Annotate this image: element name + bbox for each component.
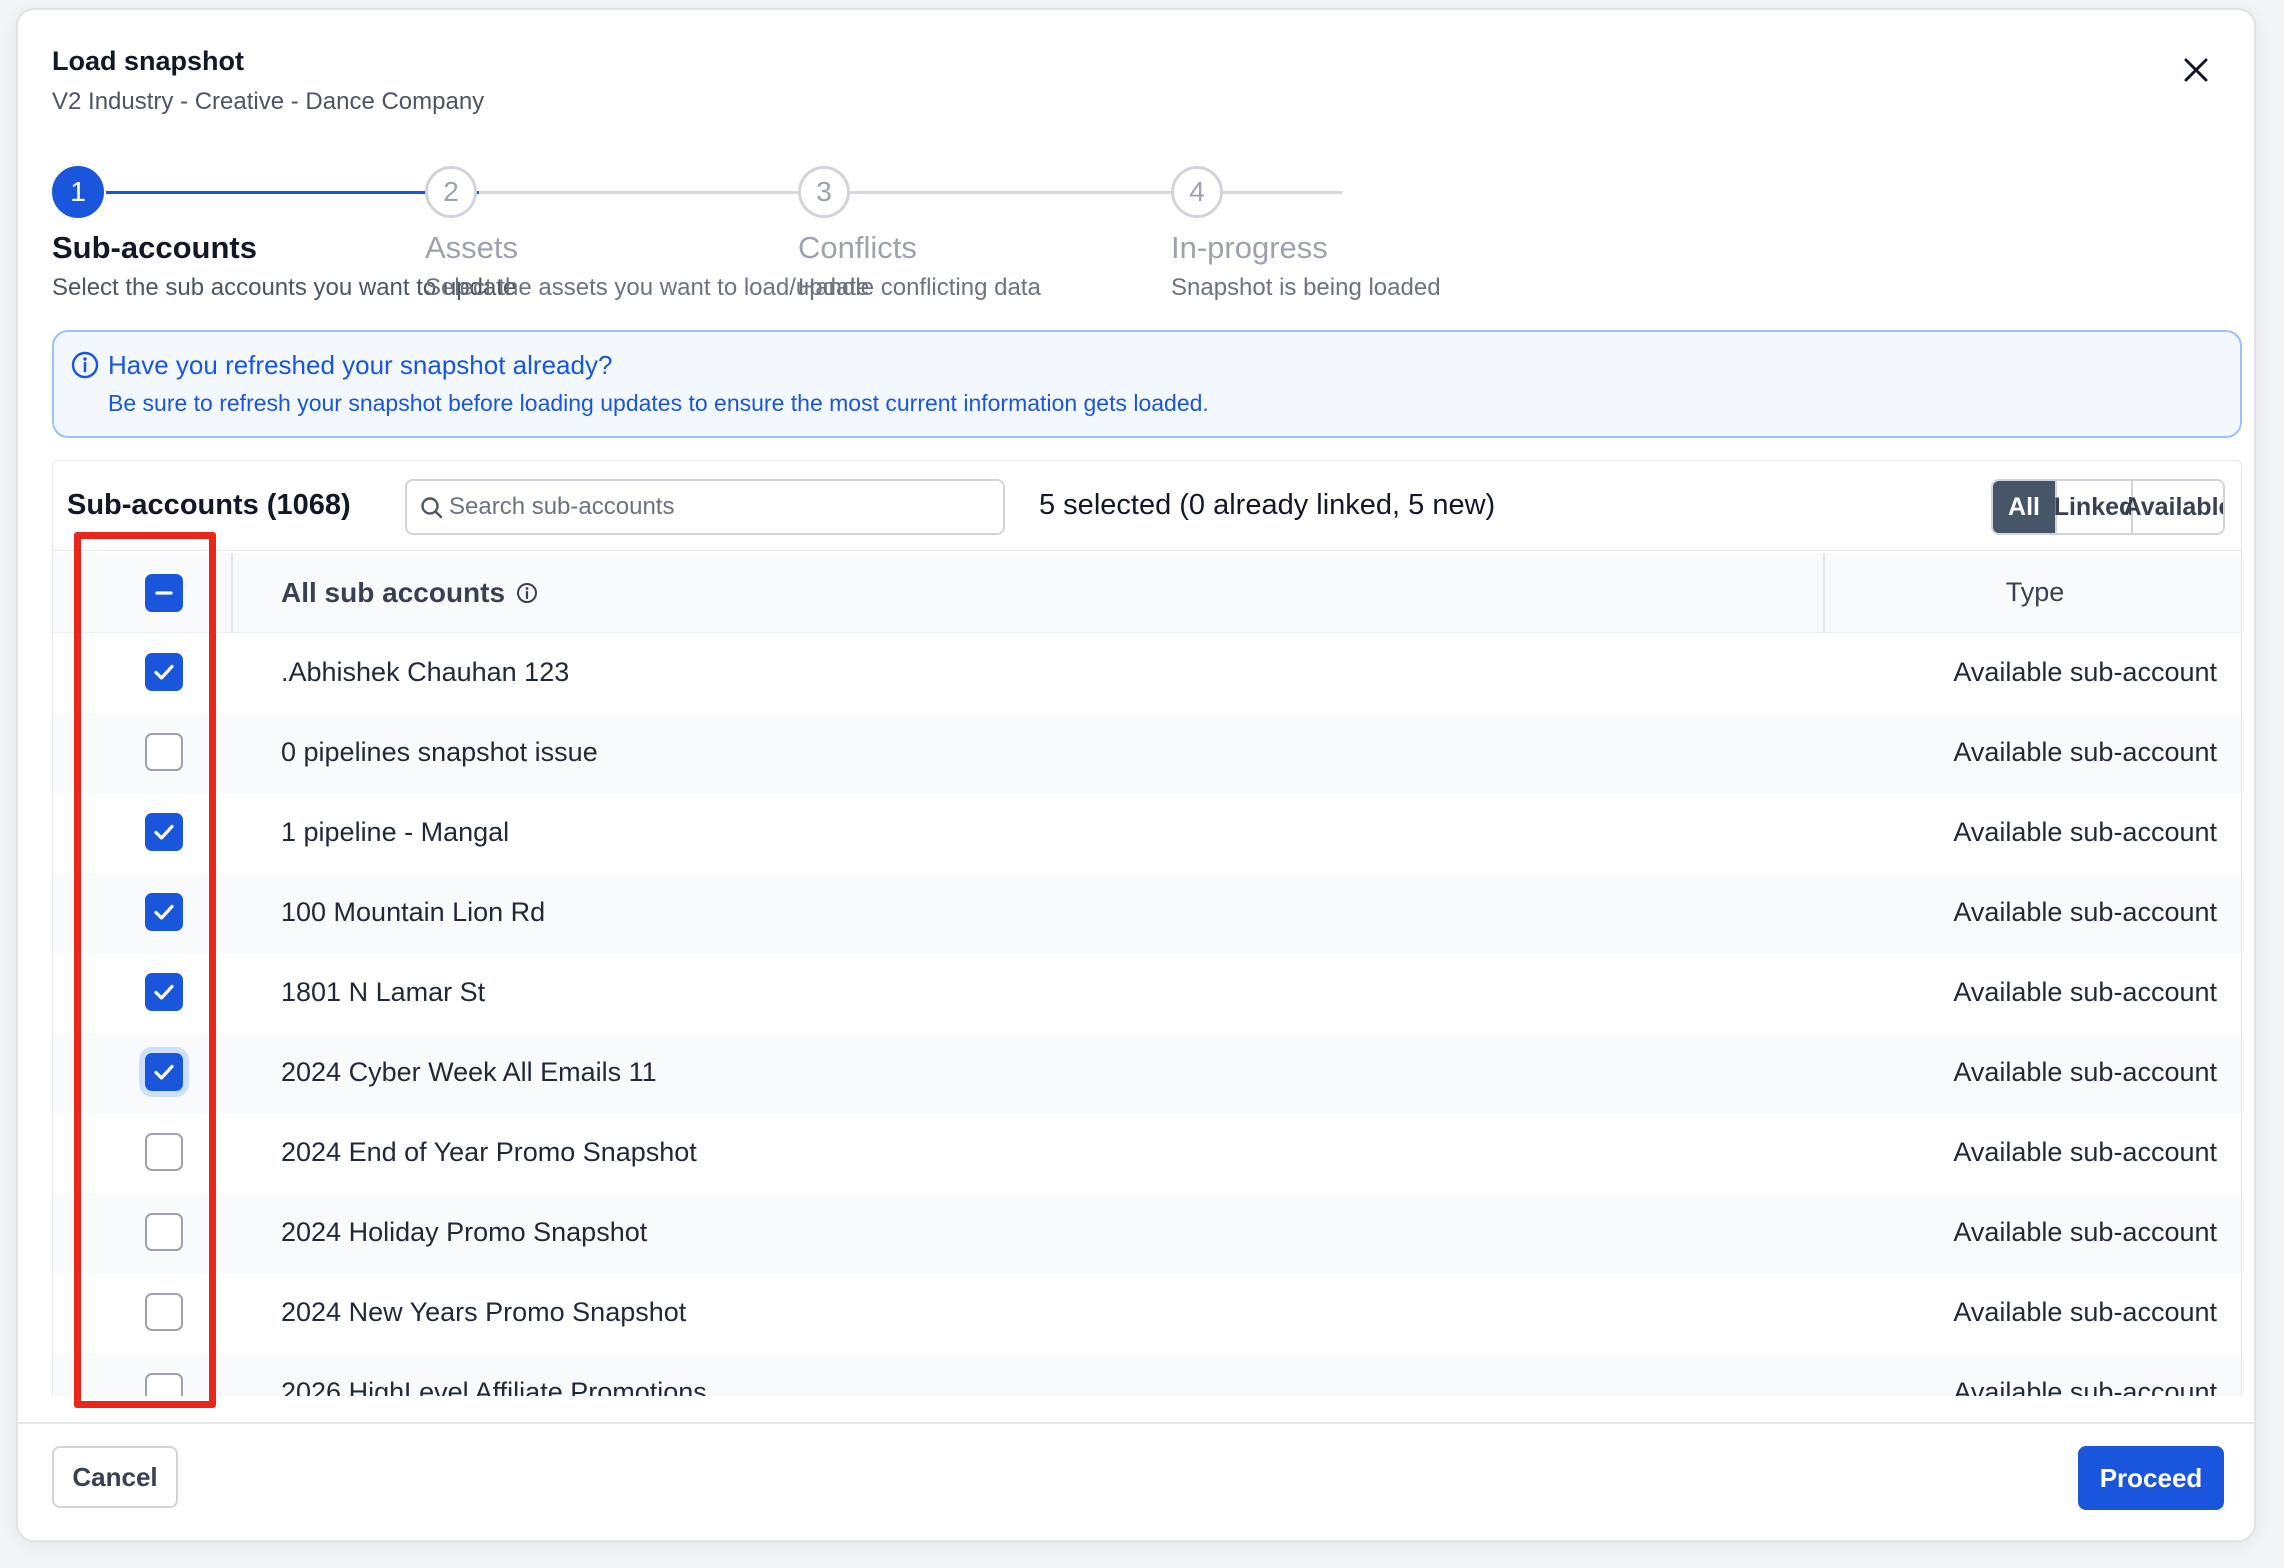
row-type: Available sub-account bbox=[1953, 977, 2217, 1007]
search-box bbox=[405, 479, 1005, 535]
table-row[interactable]: 0 pipelines snapshot issue Available sub… bbox=[53, 713, 2241, 793]
close-icon bbox=[2184, 58, 2208, 82]
row-checkbox[interactable] bbox=[145, 973, 183, 1011]
sub-accounts-panel: Sub-accounts (1068) 5 selected (0 alread… bbox=[52, 460, 2242, 1396]
checkmark-icon bbox=[154, 1064, 174, 1080]
row-name: 2024 New Years Promo Snapshot bbox=[281, 1297, 687, 1327]
row-name: 1 pipeline - Mangal bbox=[281, 817, 510, 847]
table-row[interactable]: 2024 New Years Promo Snapshot Available … bbox=[53, 1273, 2241, 1353]
row-type: Available sub-account bbox=[1953, 897, 2217, 927]
row-name: 2024 End of Year Promo Snapshot bbox=[281, 1137, 697, 1167]
info-text: Be sure to refresh your snapshot before … bbox=[108, 390, 1209, 416]
footer-divider bbox=[18, 1422, 2254, 1424]
indeterminate-icon bbox=[155, 591, 173, 595]
column-header-type-cell: Type bbox=[1823, 553, 2241, 633]
column-header-type: Type bbox=[2005, 577, 2065, 607]
header-checkbox-cell bbox=[53, 553, 233, 633]
search-input[interactable] bbox=[449, 489, 989, 525]
row-name: 100 Mountain Lion Rd bbox=[281, 897, 546, 927]
cancel-button[interactable]: Cancel bbox=[52, 1446, 178, 1508]
selected-summary: 5 selected (0 already linked, 5 new) bbox=[1039, 489, 1496, 521]
panel-title: Sub-accounts (1068) bbox=[67, 489, 351, 521]
filter-all-button[interactable]: All bbox=[1993, 481, 2055, 533]
step-number: 1 bbox=[52, 166, 104, 218]
row-type: Available sub-account bbox=[1953, 1377, 2217, 1396]
info-title: Have you refreshed your snapshot already… bbox=[108, 350, 613, 380]
row-name: .Abhishek Chauhan 123 bbox=[281, 657, 570, 687]
row-type: Available sub-account bbox=[1953, 1137, 2217, 1167]
column-header-name-label: All sub accounts bbox=[281, 577, 506, 608]
step-title: Sub-accounts bbox=[52, 230, 257, 265]
row-checkbox[interactable] bbox=[145, 733, 183, 771]
row-name: 2024 Cyber Week All Emails 11 bbox=[281, 1057, 657, 1087]
proceed-button[interactable]: Proceed bbox=[2078, 1446, 2224, 1510]
row-checkbox[interactable] bbox=[145, 893, 183, 931]
checkmark-icon bbox=[154, 984, 174, 1000]
step-number: 4 bbox=[1171, 166, 1223, 218]
step-connector bbox=[852, 191, 1342, 194]
row-name: 2024 Holiday Promo Snapshot bbox=[281, 1217, 648, 1247]
table-row[interactable]: 1801 N Lamar St Available sub-account bbox=[53, 953, 2241, 1033]
row-checkbox[interactable] bbox=[145, 813, 183, 851]
filter-linked-button[interactable]: Linked bbox=[2054, 481, 2134, 533]
row-type: Available sub-account bbox=[1953, 737, 2217, 767]
filter-available-button[interactable]: Available bbox=[2124, 481, 2223, 533]
checkmark-icon bbox=[154, 664, 174, 680]
table-row[interactable]: 2024 Cyber Week All Emails 11 Available … bbox=[53, 1033, 2241, 1113]
filter-toggle: All Linked Available bbox=[1991, 479, 2225, 535]
info-icon bbox=[71, 351, 99, 379]
table-row[interactable]: 2024 Holiday Promo Snapshot Available su… bbox=[53, 1193, 2241, 1273]
panel-header: Sub-accounts (1068) 5 selected (0 alread… bbox=[53, 461, 2241, 551]
close-button[interactable] bbox=[2174, 48, 2218, 92]
search-icon bbox=[421, 497, 443, 519]
row-checkbox[interactable] bbox=[145, 653, 183, 691]
step-title: Assets bbox=[425, 230, 519, 265]
modal-subtitle: V2 Industry - Creative - Dance Company bbox=[52, 88, 485, 115]
info-banner: Have you refreshed your snapshot already… bbox=[52, 330, 2242, 438]
checkmark-icon bbox=[154, 904, 174, 920]
table-row[interactable]: 2026 HighLevel Affiliate Promotions Avai… bbox=[53, 1353, 2241, 1396]
table-body: .Abhishek Chauhan 123 Available sub-acco… bbox=[53, 633, 2241, 1396]
step-description: Snapshot is being loaded bbox=[1171, 274, 1441, 301]
step-number: 3 bbox=[798, 166, 850, 218]
row-type: Available sub-account bbox=[1953, 817, 2217, 847]
row-checkbox[interactable] bbox=[145, 1133, 183, 1171]
row-name: 2026 HighLevel Affiliate Promotions bbox=[281, 1377, 707, 1396]
load-snapshot-modal: Load snapshot V2 Industry - Creative - D… bbox=[16, 8, 2256, 1542]
table-header: All sub accounts Type bbox=[53, 553, 2241, 633]
table-row[interactable]: 100 Mountain Lion Rd Available sub-accou… bbox=[53, 873, 2241, 953]
table-row[interactable]: 2024 End of Year Promo Snapshot Availabl… bbox=[53, 1113, 2241, 1193]
checkmark-icon bbox=[154, 824, 174, 840]
row-type: Available sub-account bbox=[1953, 657, 2217, 687]
info-icon bbox=[517, 583, 538, 603]
row-checkbox[interactable] bbox=[145, 1053, 183, 1091]
select-all-checkbox[interactable] bbox=[145, 574, 183, 612]
row-checkbox[interactable] bbox=[145, 1213, 183, 1251]
stepper: 1 Sub-accounts Select the sub accounts y… bbox=[52, 158, 2242, 308]
row-checkbox[interactable] bbox=[145, 1293, 183, 1331]
step-number: 2 bbox=[425, 166, 477, 218]
row-type: Available sub-account bbox=[1953, 1297, 2217, 1327]
step-title: Conflicts bbox=[798, 230, 917, 265]
column-header-name: All sub accounts bbox=[281, 577, 539, 609]
row-checkbox[interactable] bbox=[145, 1373, 183, 1396]
modal-title: Load snapshot bbox=[52, 46, 245, 76]
row-name: 0 pipelines snapshot issue bbox=[281, 737, 598, 767]
step-title: In-progress bbox=[1171, 230, 1328, 265]
table-row[interactable]: 1 pipeline - Mangal Available sub-accoun… bbox=[53, 793, 2241, 873]
row-type: Available sub-account bbox=[1953, 1217, 2217, 1247]
row-type: Available sub-account bbox=[1953, 1057, 2217, 1087]
table-row[interactable]: .Abhishek Chauhan 123 Available sub-acco… bbox=[53, 633, 2241, 713]
step-description: Handle conflicting data bbox=[798, 274, 1041, 301]
row-name: 1801 N Lamar St bbox=[281, 977, 486, 1007]
